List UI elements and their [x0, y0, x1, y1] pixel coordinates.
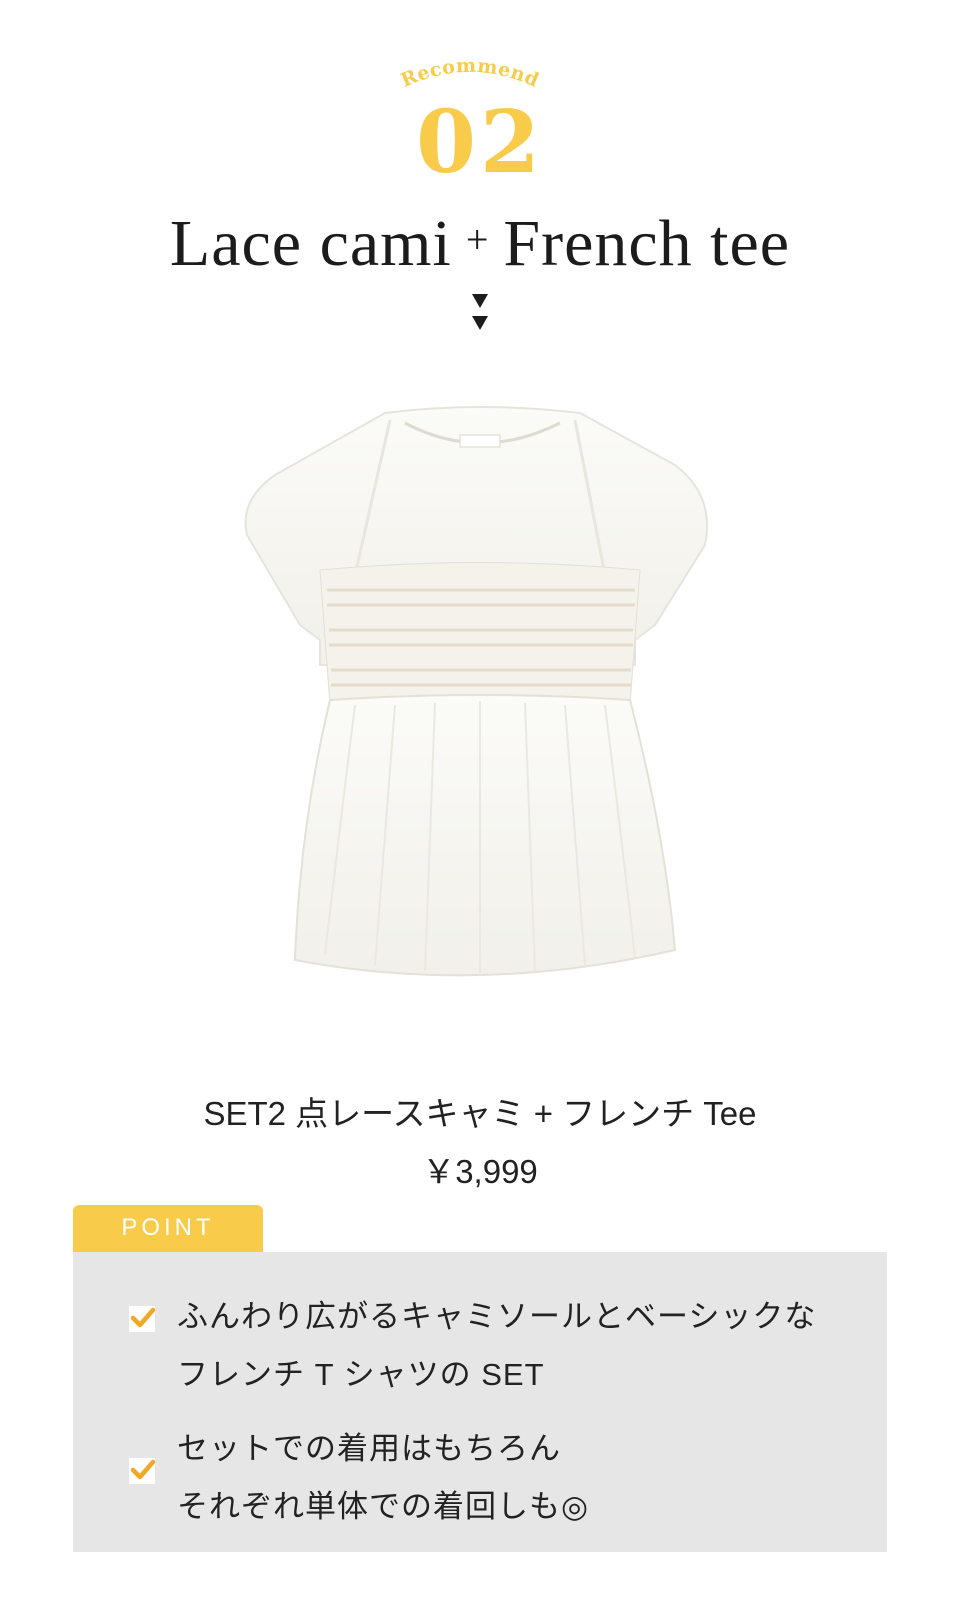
- recommend-number: 02: [416, 92, 544, 193]
- point-label: POINT: [73, 1205, 263, 1253]
- svg-text:Recommend: Recommend: [398, 55, 543, 92]
- page-title: Lace cami + French tee: [0, 200, 960, 284]
- check-icon: [129, 1306, 155, 1332]
- point-text: セットでの着用はもちろん それぞれ単体での着回しも◎: [177, 1420, 867, 1536]
- point-line: フレンチ T シャツの SET: [177, 1357, 545, 1392]
- down-arrows-icon: [470, 294, 490, 338]
- recommend-label: Recommend: [398, 55, 542, 92]
- title-left: Lace cami: [169, 207, 452, 280]
- point-line: セットでの着用はもちろん: [177, 1431, 561, 1466]
- point-panel: ふんわり広がるキャミソールとベーシックな フレンチ T シャツの SET セット…: [73, 1252, 887, 1552]
- point-text: ふんわり広がるキャミソールとベーシックな フレンチ T シャツの SET: [177, 1288, 867, 1404]
- product-price: ￥3,999: [422, 1153, 538, 1190]
- title-plus: +: [465, 217, 490, 262]
- title-right: French tee: [503, 207, 791, 280]
- product-image: [235, 405, 725, 1005]
- point-line: ふんわり広がるキャミソールとベーシックな: [177, 1299, 817, 1334]
- point-line: それぞれ単体での着回しも◎: [177, 1489, 590, 1524]
- check-icon: [129, 1458, 155, 1484]
- product-name: SET2 点レースキャミ + フレンチ Tee: [203, 1095, 757, 1132]
- recommend-kicker: Recommend: [0, 0, 960, 100]
